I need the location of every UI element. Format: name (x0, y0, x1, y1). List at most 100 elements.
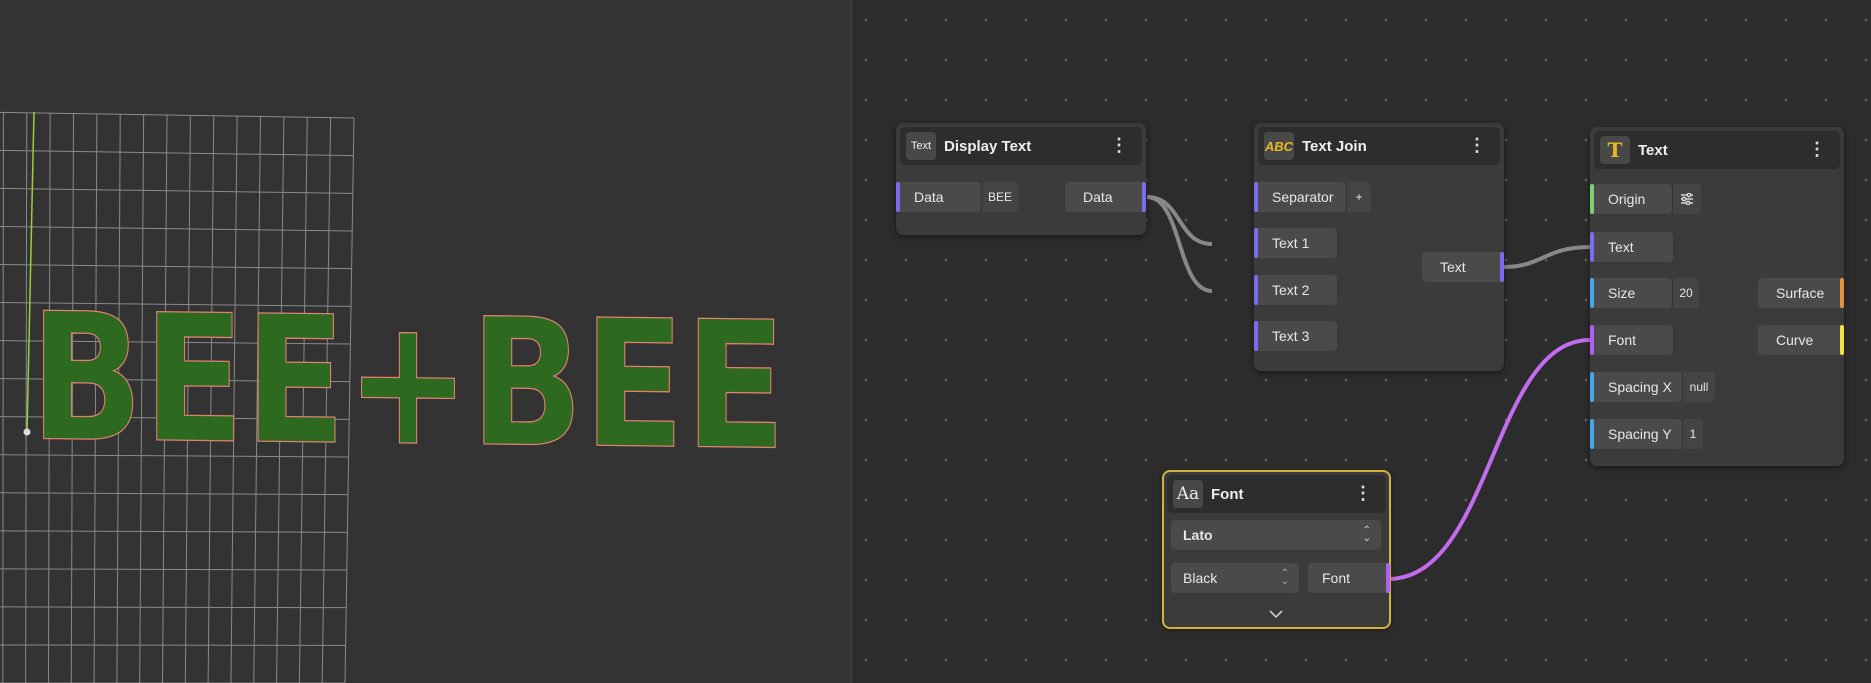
grid-line (0, 225, 353, 232)
font-family-value: Lato (1183, 527, 1213, 543)
font-node-header[interactable]: Aa Font ⋮ (1167, 475, 1386, 513)
port-label: Size (1608, 285, 1636, 301)
spacing-y-value-chip[interactable]: 1 (1682, 419, 1703, 449)
grid-line (0, 264, 352, 270)
port-curve-socket[interactable] (1840, 325, 1844, 355)
port-label: Text (1440, 259, 1466, 275)
node-editor[interactable]: Text Display Text ⋮ Data BEE Data ABC Te… (852, 0, 1871, 683)
port-data-input-socket[interactable] (896, 182, 900, 212)
port-label: Spacing Y (1608, 426, 1672, 442)
grid-line (25, 112, 28, 683)
size-value-chip[interactable]: 20 (1672, 278, 1699, 308)
port-label: Curve (1776, 332, 1814, 348)
port-data-input[interactable]: Data (896, 182, 981, 212)
node-title: Display Text (944, 138, 1032, 155)
font-weight-value: Black (1183, 570, 1218, 586)
port-label: Text 3 (1272, 328, 1310, 344)
text-node-header[interactable]: T Text ⋮ (1594, 131, 1840, 169)
wire-font-to-font (1387, 338, 1591, 581)
serif-t-icon: T (1600, 136, 1630, 164)
port-spacing-x-socket[interactable] (1590, 372, 1594, 402)
port-label: Data (914, 189, 944, 205)
port-label: Data (1083, 189, 1113, 205)
text-node[interactable]: T Text ⋮ Origin Text Size 20 Font Spacin… (1590, 127, 1844, 466)
port-curve-output[interactable]: Curve (1758, 325, 1844, 355)
port-label: Text 2 (1272, 282, 1310, 298)
wire-data-to-text1 (1146, 195, 1213, 246)
port-label: Text (1608, 239, 1634, 255)
port-label: Spacing X (1608, 379, 1672, 395)
port-separator-input[interactable]: Separator (1254, 182, 1346, 212)
port-separator-socket[interactable] (1254, 182, 1258, 212)
port-text-output[interactable]: Text (1422, 252, 1504, 282)
grid-line (0, 111, 355, 119)
port-size-input[interactable]: Size (1590, 278, 1672, 308)
port-label: Separator (1272, 189, 1334, 205)
node-title: Text Join (1302, 138, 1367, 155)
port-data-output[interactable]: Data (1065, 182, 1146, 212)
port-label: Font (1322, 570, 1351, 586)
origin-settings-button[interactable] (1672, 184, 1701, 214)
3d-viewport[interactable]: BEE+BEE (0, 0, 851, 683)
port-origin-input[interactable]: Origin (1590, 184, 1672, 214)
grid-line (0, 492, 349, 496)
grid-line (0, 530, 348, 533)
grid-line (0, 187, 353, 194)
chevron-down-icon[interactable] (1267, 607, 1285, 621)
node-menu-icon[interactable]: ⋮ (1808, 139, 1826, 159)
port-text-1-socket[interactable] (1254, 228, 1258, 258)
port-spacing-x-input[interactable]: Spacing X (1590, 372, 1682, 402)
data-value-chip[interactable]: BEE (981, 182, 1018, 212)
port-font-output-socket[interactable] (1386, 563, 1390, 593)
node-menu-icon[interactable]: ⋮ (1354, 483, 1372, 503)
font-weight-select[interactable]: Black ⌃ ⌄ (1171, 563, 1299, 593)
port-label: Surface (1776, 285, 1825, 301)
port-surface-output[interactable]: Surface (1758, 278, 1844, 308)
abc-icon: ABC (1264, 132, 1294, 160)
port-text-2-input[interactable]: Text 2 (1254, 275, 1337, 305)
select-arrows-icon: ⌃ ⌄ (1362, 525, 1371, 544)
node-title: Text (1638, 142, 1668, 159)
display-text-node-header[interactable]: Text Display Text ⋮ (900, 127, 1142, 165)
port-font-socket[interactable] (1590, 325, 1594, 355)
grid-line (2, 112, 4, 683)
font-node[interactable]: Aa Font ⋮ Lato ⌃ ⌄ Black ⌃ ⌄ Font (1162, 470, 1391, 629)
port-text-2-socket[interactable] (1254, 275, 1258, 305)
node-menu-icon[interactable]: ⋮ (1468, 135, 1486, 155)
port-surface-socket[interactable] (1840, 278, 1844, 308)
node-title: Font (1211, 486, 1244, 503)
grid-line (0, 568, 347, 571)
display-text-node[interactable]: Text Display Text ⋮ Data BEE Data (896, 123, 1146, 235)
text-label-icon: Text (906, 132, 936, 160)
port-label: Text 1 (1272, 235, 1310, 251)
port-label: Origin (1608, 191, 1646, 207)
port-text-1-input[interactable]: Text 1 (1254, 228, 1337, 258)
port-data-output-socket[interactable] (1142, 182, 1146, 212)
port-text-input[interactable]: Text (1590, 232, 1673, 262)
sliders-icon (1681, 193, 1693, 205)
port-origin-socket[interactable] (1590, 184, 1594, 214)
port-size-socket[interactable] (1590, 278, 1594, 308)
port-font-output[interactable]: Font (1308, 563, 1390, 593)
spacing-x-value-chip[interactable]: null (1682, 372, 1715, 402)
separator-value-chip[interactable]: + (1346, 182, 1371, 212)
port-text-3-socket[interactable] (1254, 321, 1258, 351)
viewport-scene: BEE+BEE (0, 111, 787, 683)
node-menu-icon[interactable]: ⋮ (1110, 135, 1128, 155)
port-label: Font (1608, 332, 1637, 348)
port-text-3-input[interactable]: Text 3 (1254, 321, 1337, 351)
rendered-text-geometry: BEE+BEE (30, 275, 786, 489)
port-text-output-socket[interactable] (1500, 252, 1504, 282)
grid-line (0, 149, 354, 157)
port-spacing-y-input[interactable]: Spacing Y (1590, 419, 1682, 449)
port-text-socket[interactable] (1590, 232, 1594, 262)
wire-text-to-text (1503, 245, 1591, 269)
font-family-select[interactable]: Lato ⌃ ⌄ (1171, 520, 1381, 550)
select-arrows-icon: ⌃ ⌄ (1280, 568, 1289, 587)
text-join-node-header[interactable]: ABC Text Join ⋮ (1258, 127, 1500, 165)
grid-line (0, 606, 347, 609)
port-spacing-y-socket[interactable] (1590, 419, 1594, 449)
text-join-node[interactable]: ABC Text Join ⋮ Separator + Text 1 Text … (1254, 123, 1504, 371)
port-font-input[interactable]: Font (1590, 325, 1673, 355)
font-aa-icon: Aa (1173, 480, 1203, 508)
